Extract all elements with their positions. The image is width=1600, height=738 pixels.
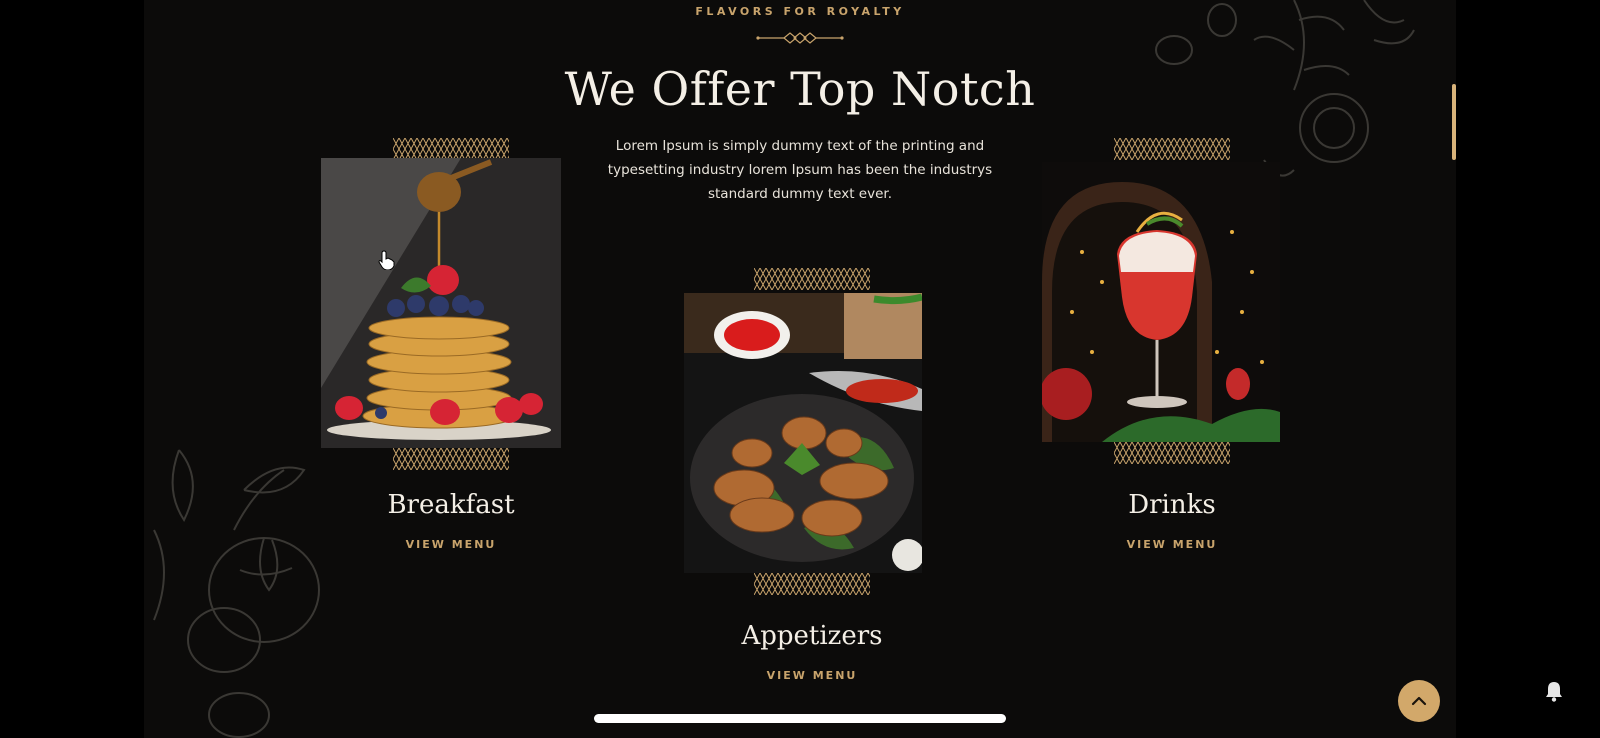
lattice-pattern-top (393, 138, 509, 160)
eyebrow-text: FLAVORS FOR ROYALTY (695, 5, 905, 18)
hand-cursor-icon (378, 250, 395, 270)
lattice-pattern-bottom (1114, 442, 1230, 464)
view-menu-link[interactable]: VIEW MENU (682, 669, 942, 682)
menu-card-appetizers[interactable]: Appetizers VIEW MENU (682, 268, 942, 688)
scrollbar-thumb[interactable] (1452, 84, 1456, 160)
lattice-pattern-top (754, 268, 870, 290)
photo-red-cocktail (1042, 162, 1280, 442)
lattice-pattern-bottom (393, 448, 509, 470)
card-title: Drinks (1128, 490, 1216, 520)
scroll-to-top-button[interactable] (1398, 680, 1440, 722)
page-section: FLAVORS FOR ROYALTY We Offer Top Notch L… (144, 0, 1456, 738)
menu-card-breakfast[interactable]: Breakfast VIEW MENU (321, 136, 581, 556)
card-title: Breakfast (387, 490, 515, 520)
bell-icon[interactable] (1544, 680, 1564, 702)
home-indicator (594, 714, 1006, 723)
view-menu-link[interactable]: VIEW MENU (321, 538, 581, 551)
view-menu-link[interactable]: VIEW MENU (1042, 538, 1302, 551)
photo-chicken-wings (684, 293, 922, 573)
photo-pancakes (321, 158, 561, 448)
section-heading: We Offer Top Notch (564, 62, 1036, 116)
card-title: Appetizers (741, 621, 883, 651)
chevron-up-icon (1411, 696, 1427, 706)
ornament-divider (756, 32, 844, 44)
menu-card-drinks[interactable]: Drinks VIEW MENU (1042, 136, 1302, 556)
section-intro: Lorem Ipsum is simply dummy text of the … (607, 138, 993, 202)
lattice-pattern-bottom (754, 573, 870, 595)
lattice-pattern-top (1114, 138, 1230, 160)
